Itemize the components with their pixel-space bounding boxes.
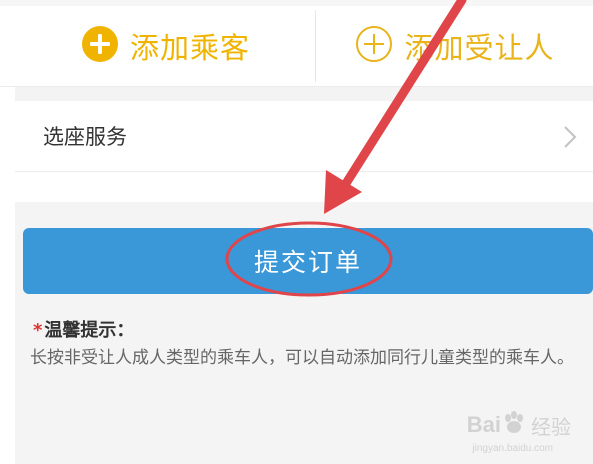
- tip-star: *: [33, 320, 43, 341]
- add-passenger-button[interactable]: 添加乘客: [15, 6, 315, 86]
- order-page: 添加乘客 添加受让人 选座服务 提交订单 * 温馨提示： 长按非受让人成人类型的…: [0, 0, 593, 464]
- tip-title-text: 温馨提示：: [44, 320, 135, 341]
- add-protected-person-button[interactable]: 添加受让人: [316, 6, 593, 86]
- tip-title: * 温馨提示：: [33, 316, 134, 342]
- add-passenger-label: 添加乘客: [129, 31, 250, 65]
- seat-service-label: 选座服务: [43, 125, 127, 149]
- chevron-right-icon: [563, 125, 577, 153]
- watermark-url: jingyan.baidu.com: [472, 443, 553, 454]
- watermark-brand: Bai: [466, 412, 501, 437]
- tip-body: 长按非受让人成人类型的乘车人，可以自动添加同行儿童类型的乘车人。: [30, 348, 574, 368]
- submit-order-label: 提交订单: [253, 248, 362, 277]
- section-gap-white: [0, 172, 593, 202]
- seat-service-row[interactable]: 选座服务: [15, 101, 593, 172]
- watermark: Bai 经验: [467, 410, 571, 440]
- baidu-paw-icon: [501, 410, 527, 440]
- passenger-action-bar: 添加乘客 添加受让人: [0, 6, 593, 87]
- submit-order-button[interactable]: 提交订单: [23, 228, 593, 294]
- add-protected-person-label: 添加受让人: [404, 31, 555, 65]
- plus-circle-outline-icon: [354, 24, 394, 68]
- section-gap: [0, 87, 593, 101]
- left-gutter: [0, 87, 15, 464]
- watermark-sub: 经验: [531, 414, 571, 439]
- plus-circle-filled-icon: [80, 24, 120, 68]
